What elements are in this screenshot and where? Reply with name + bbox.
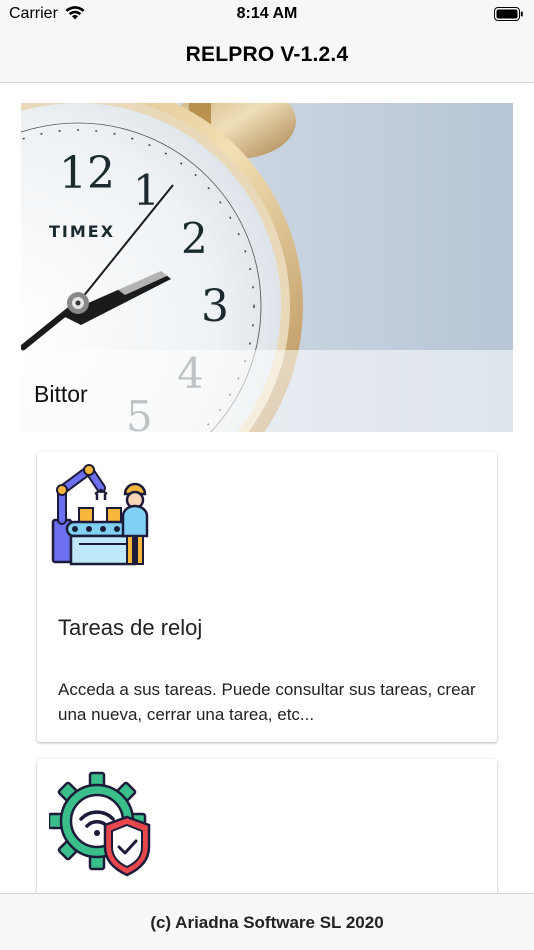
navigation-bar: RELPRO V-1.2.4 — [0, 28, 534, 83]
status-time: 8:14 AM — [236, 5, 298, 22]
factory-worker-icon — [51, 464, 149, 566]
hero-caption: Bittor — [21, 350, 513, 432]
numeral-2: 2 — [181, 214, 208, 263]
battery-icon — [494, 7, 523, 21]
status-bar: Carrier 8:14 AM — [0, 0, 534, 28]
card-tareas-de-reloj[interactable]: Tareas de reloj Acceda a sus tareas. Pue… — [37, 452, 497, 742]
numeral-3: 3 — [201, 281, 229, 332]
card-title: Tareas de reloj — [58, 615, 203, 640]
footer: (c) Ariadna Software SL 2020 — [0, 893, 534, 950]
page-title: RELPRO V-1.2.4 — [185, 43, 349, 66]
card-connectivity[interactable] — [37, 759, 497, 893]
footer-copyright: (c) Ariadna Software SL 2020 — [150, 913, 384, 932]
content-scroll-area[interactable]: 12 1 2 3 4 5 TIMEX Bittor — [0, 84, 534, 893]
clock-brand: TIMEX — [49, 222, 115, 241]
hero-caption-label: Bittor — [34, 381, 88, 407]
card-description: Acceda a sus tareas. Puede consultar sus… — [58, 680, 476, 724]
screen: Carrier 8:14 AM RELPRO V-1.2.4 12 1 2 3 … — [0, 0, 534, 950]
hero-banner[interactable]: 12 1 2 3 4 5 TIMEX Bittor — [21, 103, 513, 432]
numeral-12: 12 — [59, 148, 115, 199]
gear-wifi-shield-icon — [49, 771, 151, 877]
